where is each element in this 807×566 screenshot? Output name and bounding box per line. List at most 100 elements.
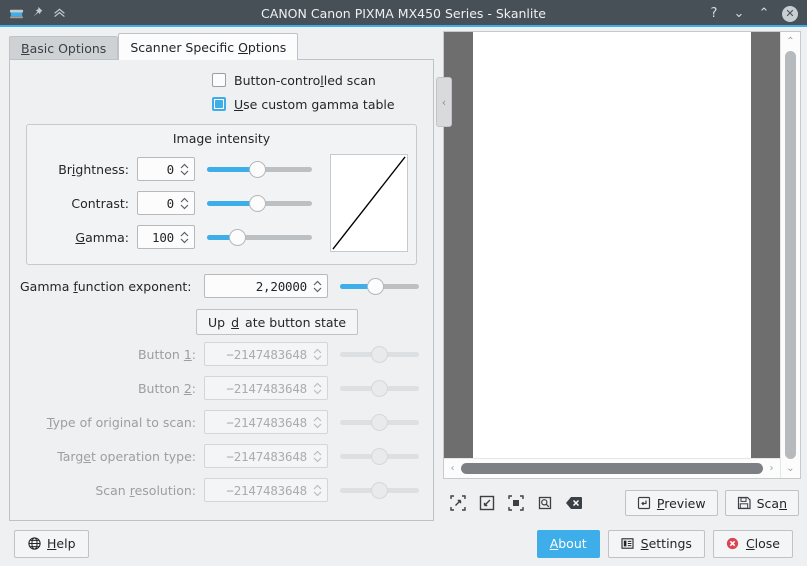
zoom-in-icon[interactable] xyxy=(443,490,472,516)
use-custom-gamma-table-label: Use custom gamma table xyxy=(234,97,395,112)
help-button[interactable]: Help xyxy=(14,530,89,558)
help-button-label: Help xyxy=(47,536,76,551)
pane-splitter-handle[interactable]: ‹ xyxy=(436,77,452,127)
close-button[interactable]: Close xyxy=(713,530,793,558)
help-window-button[interactable]: ? xyxy=(707,7,721,21)
preview-toolbar: Preview Scan xyxy=(443,479,801,521)
horizontal-scroll-thumb[interactable] xyxy=(461,463,763,474)
scroll-up-arrow-icon[interactable]: ⌃ xyxy=(786,35,794,48)
gamma-stepper-icon[interactable] xyxy=(178,231,194,244)
preview-vertical-scrollbar[interactable]: ⌃ ⌄ xyxy=(780,32,800,478)
gamma-exponent-value: 2,20000 xyxy=(205,279,311,294)
update-button-state-button[interactable]: Update button state xyxy=(196,309,358,335)
preview-canvas-row xyxy=(444,32,780,458)
scroll-left-arrow-icon[interactable]: ‹ xyxy=(446,463,459,474)
maximize-button[interactable]: ⌃ xyxy=(757,7,771,21)
button-2-label: Button 2: xyxy=(20,381,204,396)
brightness-slider[interactable] xyxy=(207,157,312,181)
scroll-down-arrow-icon[interactable]: ⌄ xyxy=(786,462,794,475)
splitter-chevron-icon: ‹ xyxy=(442,96,446,109)
button-2-spinbox: −2147483648 xyxy=(204,376,328,400)
preview-horizontal-scrollbar[interactable]: ‹ › xyxy=(444,458,780,478)
title-bar-controls: ? ⌄ ⌃ ✕ xyxy=(707,6,807,22)
target-operation-type-spinbox: −2147483648 xyxy=(204,444,328,468)
gamma-exponent-slider-handle[interactable] xyxy=(367,278,384,295)
type-of-original-slider-handle xyxy=(371,414,388,431)
brightness-row: Brightness: 0 xyxy=(35,152,316,186)
type-of-original-label: Type of original to scan: xyxy=(20,415,204,430)
contrast-value: 0 xyxy=(138,196,178,211)
checkbox-row-use-custom-gamma-table[interactable]: Use custom gamma table xyxy=(20,92,423,116)
scan-resolution-slider xyxy=(340,478,419,502)
scanner-icon[interactable] xyxy=(9,6,24,21)
tab-basic-label: asic Options xyxy=(30,41,107,56)
gamma-exponent-spinbox[interactable]: 2,20000 xyxy=(204,274,328,298)
target-operation-type-stepper-icon xyxy=(311,450,327,463)
pin-icon[interactable] xyxy=(31,6,46,21)
zoom-actual-icon[interactable] xyxy=(530,490,559,516)
type-of-original-value: −2147483648 xyxy=(205,415,311,430)
gamma-exponent-row: Gamma function exponent: 2,20000 xyxy=(20,271,423,301)
vertical-scroll-thumb[interactable] xyxy=(785,51,796,459)
scroll-right-arrow-icon[interactable]: › xyxy=(765,463,778,474)
target-operation-type-value: −2147483648 xyxy=(205,449,311,464)
save-floppy-icon xyxy=(737,496,751,510)
zoom-out-icon[interactable] xyxy=(472,490,501,516)
preview-scan-icon xyxy=(637,496,651,510)
gamma-row: Gamma: 100 xyxy=(35,220,316,254)
checkbox-row-button-controlled-scan[interactable]: Button-controlled scan xyxy=(20,68,423,92)
about-button[interactable]: About xyxy=(537,530,600,558)
gamma-spinbox[interactable]: 100 xyxy=(137,225,195,249)
close-window-button[interactable]: ✕ xyxy=(782,6,798,22)
contrast-spinbox[interactable]: 0 xyxy=(137,191,195,215)
update-button-row: Update button state xyxy=(20,307,423,337)
preview-image-canvas[interactable] xyxy=(473,32,751,458)
gamma-exponent-stepper-icon[interactable] xyxy=(311,280,327,293)
collapse-icon[interactable] xyxy=(53,6,68,21)
tab-basic-options[interactable]: Basic Options xyxy=(9,36,118,60)
close-circle-icon xyxy=(726,537,740,551)
button-controlled-scan-checkbox[interactable] xyxy=(212,73,226,87)
tab-scanner-mnemonic: O xyxy=(238,40,248,55)
contrast-stepper-icon[interactable] xyxy=(178,197,194,210)
gamma-slider-handle[interactable] xyxy=(229,229,246,246)
gamma-exponent-slider[interactable] xyxy=(340,274,419,298)
target-operation-type-row: Target operation type: −2147483648 xyxy=(20,439,423,473)
scan-resolution-spinbox: −2147483648 xyxy=(204,478,328,502)
preview-canvas-right-margin xyxy=(751,32,780,458)
contrast-slider[interactable] xyxy=(207,191,312,215)
brightness-slider-handle[interactable] xyxy=(249,161,266,178)
target-operation-type-slider-handle xyxy=(371,448,388,465)
zoom-fit-icon[interactable] xyxy=(501,490,530,516)
contrast-slider-handle[interactable] xyxy=(249,195,266,212)
settings-button[interactable]: Settings xyxy=(608,530,705,558)
clear-selection-icon[interactable] xyxy=(559,490,588,516)
scan-button[interactable]: Scan xyxy=(725,490,799,516)
button-1-value: −2147483648 xyxy=(205,347,311,362)
button-1-spinbox: −2147483648 xyxy=(204,342,328,366)
minimize-button[interactable]: ⌄ xyxy=(732,7,746,21)
about-button-label: About xyxy=(550,536,587,551)
brightness-value: 0 xyxy=(138,162,178,177)
preview-viewport[interactable]: ‹ ‹ › ⌃ ⌄ xyxy=(443,31,801,479)
gamma-exponent-label: Gamma function exponent: xyxy=(20,279,204,294)
image-intensity-title: Image intensity xyxy=(35,131,408,146)
scan-resolution-stepper-icon xyxy=(311,484,327,497)
brightness-spinbox[interactable]: 0 xyxy=(137,157,195,181)
button-2-stepper-icon xyxy=(311,382,327,395)
button-1-row: Button 1: −2147483648 xyxy=(20,337,423,371)
brightness-stepper-icon[interactable] xyxy=(178,163,194,176)
title-bar: CANON Canon PIXMA MX450 Series - Skanlit… xyxy=(0,0,807,27)
preview-canvas-area: ‹ › xyxy=(444,32,780,478)
button-2-row: Button 2: −2147483648 xyxy=(20,371,423,405)
scan-resolution-label: Scan resolution: xyxy=(20,483,204,498)
type-of-original-slider xyxy=(340,410,419,434)
use-custom-gamma-table-checkbox[interactable] xyxy=(212,97,226,111)
preview-button[interactable]: Preview xyxy=(625,490,718,516)
button-2-value: −2147483648 xyxy=(205,381,311,396)
scan-resolution-slider-handle xyxy=(371,482,388,499)
options-pane: Basic Options Scanner Specific Options B… xyxy=(0,27,443,521)
gamma-slider[interactable] xyxy=(207,225,312,249)
tab-scanner-specific-options[interactable]: Scanner Specific Options xyxy=(118,33,298,60)
settings-icon xyxy=(621,537,635,551)
